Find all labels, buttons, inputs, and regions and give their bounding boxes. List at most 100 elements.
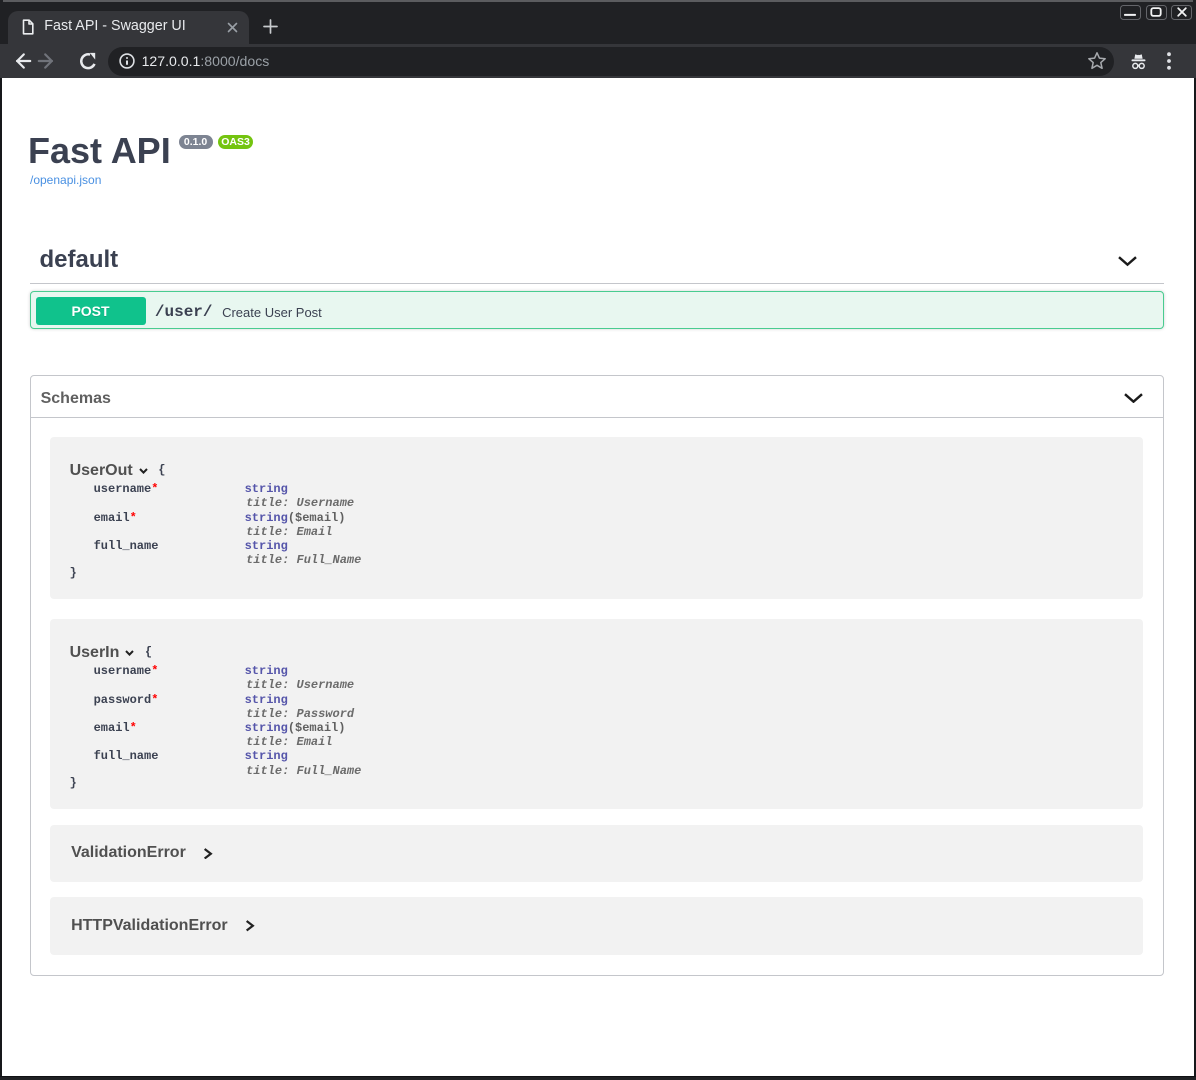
- address-bar[interactable]: 127.0.0.1:8000/docs: [108, 47, 1114, 76]
- property-value: stringtitle: Username: [245, 664, 1123, 692]
- schemas-body: UserOut { username* stringtitle: Usernam…: [31, 437, 1163, 975]
- schemas-section: Schemas UserOut { username* stringtitle:…: [30, 375, 1164, 975]
- menu-dots-icon[interactable]: [1167, 52, 1171, 70]
- schema-model-UserOut: UserOut { username* stringtitle: Usernam…: [50, 437, 1143, 599]
- schemas-header[interactable]: Schemas: [31, 376, 1163, 417]
- property-title: title: Password: [245, 707, 1123, 721]
- model-head[interactable]: UserIn {: [70, 643, 1123, 662]
- property-name-text: email: [94, 721, 130, 735]
- property-row: full_name stringtitle: Full_Name: [70, 749, 1123, 777]
- api-info: Fast API 0.1.0 OAS3 /openapi.json: [28, 130, 1196, 186]
- model-expand-chevron-icon[interactable]: [245, 920, 255, 932]
- page-icon: [22, 19, 34, 35]
- window-left-edge: [0, 78, 2, 1076]
- tag-collapse-chevron-icon[interactable]: [1118, 256, 1137, 267]
- property-name-text: username: [94, 664, 152, 678]
- property-title: title: Full_Name: [245, 764, 1123, 778]
- close-brace: }: [70, 776, 1123, 790]
- browser-tab[interactable]: Fast API - Swagger UI: [8, 11, 249, 45]
- property-name-text: full_name: [94, 539, 159, 553]
- property-value: string($email)title: Email: [245, 511, 1123, 539]
- url-path: :8000/docs: [200, 53, 269, 69]
- required-star: *: [151, 693, 158, 707]
- tag-name: default: [40, 246, 1119, 274]
- window-bottom-edge: [0, 1076, 1196, 1080]
- schema-model-ValidationError[interactable]: ValidationError: [50, 825, 1143, 882]
- window-top-edge: [3, 0, 1194, 2]
- url-text[interactable]: 127.0.0.1:8000/docs: [142, 53, 1088, 69]
- property-row: username* stringtitle: Username: [70, 664, 1123, 692]
- api-title-row: Fast API 0.1.0 OAS3: [28, 130, 1196, 171]
- property-name: username*: [70, 482, 245, 510]
- back-icon[interactable]: [13, 51, 33, 71]
- property-row: email* string($email)title: Email: [70, 721, 1123, 749]
- model-collapse-chevron-icon[interactable]: [125, 650, 134, 656]
- property-title: title: Username: [245, 678, 1123, 692]
- new-tab-button[interactable]: [256, 12, 284, 40]
- model-head[interactable]: UserOut {: [70, 461, 1123, 480]
- minimize-button[interactable]: [1120, 5, 1141, 20]
- property-name: username*: [70, 664, 245, 692]
- schema-model-UserIn: UserIn { username* stringtitle: Username…: [50, 619, 1143, 809]
- oas3-badge: OAS3: [218, 135, 254, 148]
- property-type: string: [245, 539, 288, 553]
- endpoint-path: /user/: [155, 303, 213, 321]
- reload-icon[interactable]: [78, 51, 98, 71]
- open-brace: {: [145, 643, 152, 662]
- window-controls: [1120, 5, 1192, 20]
- bookmark-star-icon[interactable]: [1087, 51, 1107, 71]
- required-star: *: [130, 721, 137, 735]
- property-value: stringtitle: Full_Name: [245, 539, 1123, 567]
- property-title: title: Username: [245, 496, 1123, 510]
- endpoint-summary: Create User Post: [222, 305, 1157, 320]
- property-value: stringtitle: Full_Name: [245, 749, 1123, 777]
- tab-strip: Fast API - Swagger UI: [0, 2, 1196, 44]
- openapi-spec-link[interactable]: /openapi.json: [30, 173, 101, 187]
- schema-model-HTTPValidationError[interactable]: HTTPValidationError: [50, 897, 1143, 954]
- property-type: string: [245, 482, 288, 496]
- url-host: 127.0.0.1: [142, 53, 201, 69]
- close-button[interactable]: [1171, 5, 1192, 20]
- post-endpoint-row[interactable]: POST /user/ Create User Post: [30, 291, 1164, 330]
- api-title: Fast API: [28, 130, 171, 171]
- property-value: string($email)title: Email: [245, 721, 1123, 749]
- model-name: ValidationError: [71, 844, 186, 862]
- model-expand-chevron-icon[interactable]: [203, 848, 213, 860]
- property-type-line: string($email): [245, 511, 1123, 525]
- property-format: ($email): [288, 511, 346, 525]
- required-star: *: [151, 482, 158, 496]
- property-type-line: string: [245, 482, 1123, 496]
- schemas-collapse-chevron-icon[interactable]: [1124, 393, 1143, 404]
- required-star: *: [151, 664, 158, 678]
- property-name: full_name: [70, 539, 245, 567]
- property-type: string: [245, 511, 288, 525]
- property-name-text: password: [94, 693, 152, 707]
- site-info-icon[interactable]: [119, 53, 135, 69]
- property-type-line: string: [245, 539, 1123, 553]
- property-type-line: string: [245, 664, 1123, 678]
- property-name-text: email: [94, 511, 130, 525]
- model-name: UserIn: [70, 643, 120, 662]
- model-collapse-chevron-icon[interactable]: [139, 468, 148, 474]
- method-badge: POST: [36, 297, 146, 326]
- property-title: title: Email: [245, 525, 1123, 539]
- maximize-button[interactable]: [1146, 5, 1167, 20]
- swagger-ui-root: Fast API0.1.0OAS3 /openapi.json default …: [0, 130, 1196, 975]
- forward-icon[interactable]: [36, 51, 56, 71]
- property-type: string: [245, 693, 288, 707]
- property-name: password*: [70, 693, 245, 721]
- browser-chrome: Fast API - Swagger UI: [0, 0, 1196, 78]
- model-name: UserOut: [70, 461, 133, 480]
- property-type: string: [245, 749, 288, 763]
- property-row: username* stringtitle: Username: [70, 482, 1123, 510]
- property-name: full_name: [70, 749, 245, 777]
- property-type: string: [245, 664, 288, 678]
- tab-title: Fast API - Swagger UI: [44, 18, 223, 34]
- open-brace: {: [158, 461, 165, 480]
- tag-section-header[interactable]: default: [30, 238, 1164, 284]
- property-row: email* string($email)title: Email: [70, 511, 1123, 539]
- property-name-text: full_name: [94, 749, 159, 763]
- version-badge: 0.1.0: [179, 135, 213, 148]
- tab-close-icon[interactable]: [224, 18, 242, 36]
- model-properties: username* stringtitle: Username email* s…: [70, 482, 1123, 567]
